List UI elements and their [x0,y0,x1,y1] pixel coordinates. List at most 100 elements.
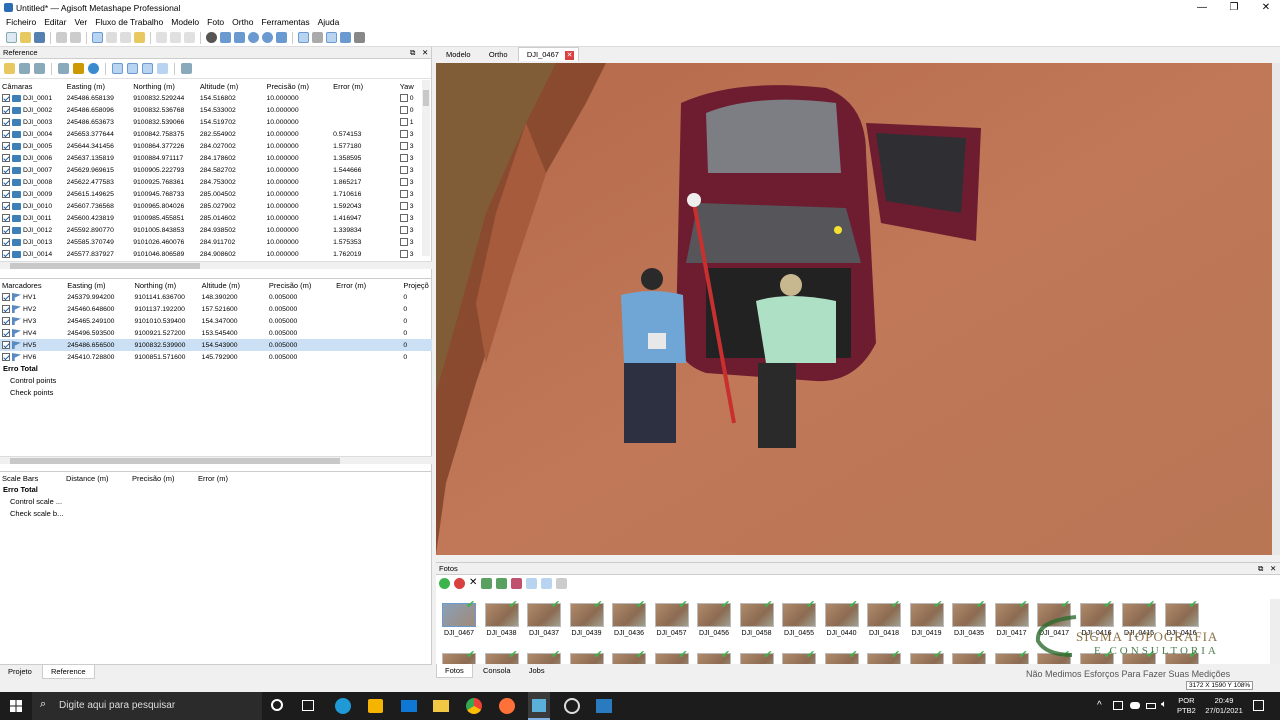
menu-item-7[interactable]: Ferramentas [257,17,313,27]
yaw-checkbox[interactable] [399,238,408,246]
row-checkbox[interactable] [2,142,10,150]
view-mode-photos-icon[interactable] [541,577,553,589]
minimize-button[interactable]: — [1186,0,1218,15]
show-markers-icon[interactable] [326,32,337,43]
table-row[interactable]: DJI_0001 245486.658139 9100832.529244 154.5… [0,92,420,104]
table-row[interactable]: DJI_0014 245577.837927 9101046.806589 284.9… [0,248,420,260]
row-checkbox[interactable] [2,226,10,234]
row-checkbox[interactable] [2,202,10,210]
mail-icon[interactable] [401,700,417,712]
chrome-icon[interactable] [466,698,482,714]
row-checkbox[interactable] [2,329,10,337]
column-header[interactable]: Câmaras [0,80,65,92]
photo-thumbnail[interactable]: ✔ [739,600,774,627]
show-cameras-icon[interactable] [298,32,309,43]
rotate-icon[interactable] [234,32,245,43]
table-row[interactable]: DJI_0012 245592.890770 9101005.843853 284.9… [0,224,420,236]
ruler-icon[interactable] [134,32,145,43]
table-row[interactable]: DJI_0008 245622.477583 9100925.768361 284.7… [0,176,420,188]
column-header[interactable]: Precisão (m) [267,279,334,291]
update-icon[interactable] [88,63,99,74]
optimize-icon[interactable] [58,63,69,74]
remove-cameras-icon[interactable]: ✕ [469,578,477,588]
tray-clock[interactable]: 20:49 27/01/2021 [1200,696,1248,716]
photo-thumbnail[interactable]: ✔ [484,600,519,627]
tray-cloud-icon[interactable] [1130,702,1140,709]
table-row[interactable]: HV4 245496.593500 9100921.527200 153.545400… [0,327,432,339]
table-row[interactable]: HV5 245486.656500 9100832.539900 154.543900… [0,339,432,351]
column-header[interactable]: Precisão (m) [130,472,196,484]
rect-select-icon[interactable] [106,32,117,43]
crop-icon[interactable] [156,32,167,43]
table-row[interactable]: DJI_0005 245644.341456 9100864.377226 284.0… [0,140,420,152]
export-icon[interactable] [19,63,30,74]
yaw-checkbox[interactable] [399,202,408,210]
import-icon[interactable] [4,63,15,74]
row-checkbox[interactable] [2,305,10,313]
column-header[interactable]: Distance (m) [64,472,130,484]
explorer-icon[interactable] [433,700,449,712]
tray-chevron-icon[interactable]: ^ [1097,700,1102,711]
row-checkbox[interactable] [2,293,10,301]
undo-icon[interactable] [56,32,67,43]
cut-icon[interactable] [184,32,195,43]
navigation-icon[interactable] [92,32,103,43]
row-checkbox[interactable] [2,214,10,222]
maximize-button[interactable]: ❐ [1218,0,1250,15]
firefox-icon[interactable] [499,698,515,714]
settings-icon[interactable] [181,63,192,74]
table-row[interactable]: DJI_0003 245486.653673 9100832.539066 154.5… [0,116,420,128]
convert-icon[interactable] [34,63,45,74]
tab-dji-0467[interactable]: DJI_0467 ✕ [517,47,580,61]
tab-projeto[interactable]: Projeto [0,665,40,679]
column-header[interactable]: Yaw [398,80,420,92]
table-row[interactable]: DJI_0002 245486.658096 9100832.536768 154.5… [0,104,420,116]
open-icon[interactable] [20,32,31,43]
tab-jobs[interactable]: Jobs [521,664,553,678]
table-row[interactable]: DJI_0007 245629.969615 9100905.222793 284.5… [0,164,420,176]
thumbnail-size-icon[interactable] [556,577,568,589]
tab-fotos[interactable]: Fotos [436,664,473,678]
menu-item-1[interactable]: Editar [40,17,70,27]
photo-thumbnail[interactable]: ✔ [569,600,604,627]
column-header[interactable]: Projeçõ [401,279,432,291]
photo-thumbnail[interactable]: ✔ [994,600,1029,627]
photo-thumbnail[interactable]: ✔ [442,600,476,627]
row-checkbox[interactable] [2,130,10,138]
tray-network-icon[interactable] [1113,701,1123,710]
photo-thumbnail[interactable]: ✔ [909,600,944,627]
photo-thumbnail[interactable]: ✔ [867,600,901,627]
filter-icon[interactable] [511,577,523,589]
zoom-out-icon[interactable] [262,32,273,43]
photos-close-icon[interactable]: ✕ [1270,563,1276,575]
column-header[interactable]: Altitude (m) [200,279,267,291]
column-header[interactable]: Northing (m) [132,279,199,291]
photo-thumbnail[interactable]: ✔ [654,600,689,627]
redo-icon[interactable] [70,32,81,43]
tab-modelo[interactable]: Modelo [438,48,479,62]
yaw-checkbox[interactable] [399,178,408,186]
table-row[interactable]: HV3 245465.249100 9101010.539400 154.347000… [0,315,432,327]
row-checkbox[interactable] [2,178,10,186]
column-header[interactable]: Northing (m) [131,80,198,92]
cameras-hscrollbar[interactable] [0,261,432,269]
photo-thumbnail[interactable]: ✔ [527,600,561,627]
photo-thumbnail[interactable]: ✔ [612,600,646,627]
tab-reference[interactable]: Reference [42,665,95,679]
grid-icon[interactable] [354,32,365,43]
tray-volume-icon[interactable]: 🔈︎ [1161,699,1167,710]
tab-consola[interactable]: Consola [475,664,519,678]
reset-filter-icon[interactable] [526,577,538,589]
yaw-checkbox[interactable] [399,214,408,222]
row-checkbox[interactable] [2,341,10,349]
menu-item-8[interactable]: Ajuda [314,17,344,27]
menu-item-5[interactable]: Foto [203,17,228,27]
row-checkbox[interactable] [2,94,10,102]
table-row[interactable]: DJI_0011 245600.423819 9100985.455851 285.0… [0,212,420,224]
notification-icon[interactable] [1253,700,1264,711]
column-header[interactable]: Easting (m) [65,80,132,92]
table-row[interactable]: HV2 245460.648600 9101137.192200 157.521600… [0,303,432,315]
row-checkbox[interactable] [2,353,10,361]
photo-thumbnail[interactable]: ✔ [697,600,731,627]
task-view-icon[interactable] [302,700,314,711]
